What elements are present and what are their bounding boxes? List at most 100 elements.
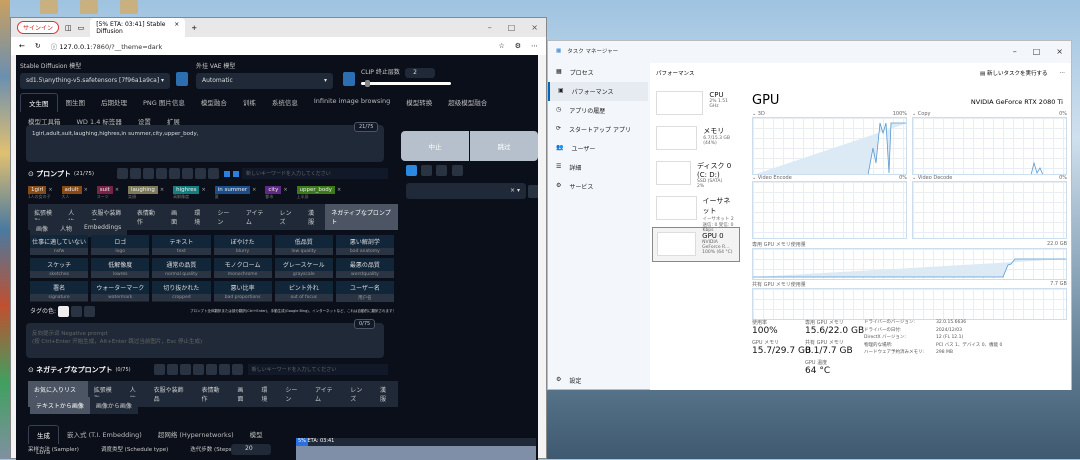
- tool-button[interactable]: [179, 364, 191, 375]
- new-tab-icon[interactable]: +: [191, 24, 197, 32]
- tool-button[interactable]: [195, 168, 207, 179]
- network-tab[interactable]: 嵌入式 (T.I. Embedding): [59, 425, 150, 444]
- remove-tag-icon[interactable]: ×: [115, 187, 119, 193]
- category-tab[interactable]: アイテム: [240, 204, 274, 230]
- tag-label[interactable]: laughing: [128, 186, 158, 194]
- model-select[interactable]: sd1.5\anything-v5.safetensors [7f96a1a9c…: [20, 73, 170, 89]
- sidebar-item[interactable]: ▦ プロセス: [548, 63, 648, 82]
- category-tab[interactable]: シーン: [211, 204, 239, 230]
- tool-button[interactable]: [143, 168, 155, 179]
- remove-tag-icon[interactable]: ×: [337, 187, 341, 193]
- tool-button[interactable]: [218, 364, 230, 375]
- tab-4[interactable]: 模型融合: [193, 93, 235, 112]
- back-icon[interactable]: ←: [19, 42, 25, 50]
- negative-tag-button[interactable]: 仕事に適していない nsfw: [30, 235, 89, 255]
- perf-item[interactable]: GPU 0 NVIDIA GeForce R... 100% (64 °C): [652, 227, 740, 262]
- negative-tag-button[interactable]: 悪い解剖学 bad anatomy: [335, 235, 394, 255]
- maximize-icon[interactable]: □: [508, 23, 516, 32]
- close-tab-icon[interactable]: ×: [174, 21, 179, 35]
- steps-input[interactable]: 20: [231, 444, 271, 455]
- vae-select[interactable]: Automatic ▾: [196, 73, 333, 89]
- trash-button[interactable]: [436, 165, 448, 176]
- more-icon[interactable]: ⋯: [531, 42, 538, 50]
- maximize-icon[interactable]: □: [1033, 47, 1041, 56]
- minimize-icon[interactable]: –: [488, 23, 492, 32]
- tab-actions-icon[interactable]: ▭: [78, 24, 85, 32]
- remove-tag-icon[interactable]: ×: [84, 187, 88, 193]
- favorite-icon[interactable]: ☆: [498, 42, 504, 50]
- workspaces-icon[interactable]: ◫: [65, 24, 72, 32]
- prompt-tag[interactable]: city × 都市: [265, 185, 291, 200]
- tag-label[interactable]: adult: [61, 186, 82, 194]
- tab-8[interactable]: 模型转换: [398, 93, 440, 112]
- tag-label[interactable]: highres: [173, 186, 200, 194]
- tool-button[interactable]: [205, 364, 217, 375]
- tag-color-button[interactable]: [57, 306, 69, 317]
- browser-tab[interactable]: [5% ETA: 03:41] Stable Diffusion ×: [90, 17, 186, 38]
- sidebar-item[interactable]: ⟳ スタートアップ アプリ: [548, 120, 648, 139]
- checkbox[interactable]: [233, 170, 240, 177]
- neg-category-tab[interactable]: 表情動作: [196, 381, 232, 407]
- negative-tag-button[interactable]: 切り抜かれた cropped: [152, 281, 211, 302]
- clip-skip-slider[interactable]: [361, 80, 451, 87]
- clip-skip-input[interactable]: 2: [405, 68, 436, 78]
- tool-button[interactable]: [117, 168, 129, 179]
- sidebar-item[interactable]: 👥 ユーザー: [548, 139, 648, 158]
- prompt-tag[interactable]: adult × 大人: [61, 185, 92, 200]
- perf-item[interactable]: ディスク 0 (C: D:) SSD (SATA) 2%: [652, 157, 740, 192]
- neg-category-tab[interactable]: シーン: [279, 381, 309, 407]
- brush-icon[interactable]: [528, 185, 538, 198]
- negative-tag-button[interactable]: ピント外れ out of focus: [274, 281, 333, 302]
- tool-button[interactable]: [166, 364, 178, 375]
- sidebar-item[interactable]: ☰ 詳細: [548, 158, 648, 177]
- tag-label[interactable]: upper_body: [296, 186, 336, 194]
- skip-button[interactable]: 跳过: [470, 131, 538, 161]
- remove-tag-icon[interactable]: ×: [283, 187, 287, 193]
- prompt-tag[interactable]: highres × 高解像度: [173, 185, 210, 200]
- category-tab[interactable]: レンズ: [274, 204, 303, 230]
- settings-item[interactable]: ⚙ 設定: [548, 371, 589, 390]
- neg-subcategory-tab[interactable]: 画像から画像: [90, 397, 138, 414]
- neg-category-tab[interactable]: 画面: [231, 381, 255, 407]
- tag-label[interactable]: in summer: [214, 186, 251, 194]
- negative-tag-button[interactable]: ウォーターマーク watermark: [91, 281, 150, 302]
- tag-color-button[interactable]: [83, 306, 95, 317]
- category-tab[interactable]: 画面: [165, 204, 188, 230]
- tab-0[interactable]: 文生图: [20, 93, 58, 112]
- tool-button[interactable]: [169, 168, 181, 179]
- checkbox[interactable]: [224, 170, 231, 177]
- tab-3[interactable]: PNG 图片信息: [135, 93, 193, 112]
- style-select[interactable]: × ▾: [406, 183, 526, 199]
- remove-tag-icon[interactable]: ×: [48, 187, 52, 193]
- remove-tag-icon[interactable]: ×: [252, 187, 256, 193]
- tool-button[interactable]: [231, 364, 243, 375]
- network-tab[interactable]: 超网络 (Hypernetworks): [150, 425, 242, 444]
- tool-button[interactable]: [153, 364, 165, 375]
- tab-7[interactable]: Infinite image browsing: [306, 93, 398, 112]
- tool-button[interactable]: [192, 364, 204, 375]
- tag-label[interactable]: city: [265, 186, 282, 194]
- prompt-header[interactable]: ⊙ プロンプト: [28, 169, 71, 179]
- refresh-icon[interactable]: ↻: [35, 42, 41, 50]
- prompt-tag[interactable]: suit × スーツ: [96, 185, 123, 200]
- more-icon[interactable]: ⋯: [1060, 70, 1066, 76]
- sidebar-item[interactable]: ◷ アプリの履歴: [548, 101, 648, 120]
- tab-6[interactable]: 系统信息: [264, 93, 306, 112]
- prompt-tag[interactable]: 1girl × 1人の女の子: [28, 185, 57, 200]
- close-icon[interactable]: ×: [1056, 47, 1063, 56]
- refresh-model-button[interactable]: [176, 72, 188, 86]
- tab-5[interactable]: 训练: [235, 93, 264, 112]
- category-tab[interactable]: 漢服: [302, 204, 325, 230]
- prompt-tag[interactable]: in summer × 夏: [214, 185, 261, 200]
- neg-category-tab[interactable]: 漢服: [374, 381, 398, 407]
- neg-subcategory-tab[interactable]: テキストから画像: [30, 397, 90, 414]
- sidebar-item[interactable]: ⚙ サービス: [548, 177, 648, 196]
- clear-button[interactable]: [421, 165, 433, 176]
- tab-2[interactable]: 后期处理: [93, 93, 135, 112]
- prompt-tag[interactable]: laughing × 笑顔: [128, 185, 168, 200]
- sidebar-item[interactable]: ▣ パフォーマンス: [548, 82, 648, 101]
- negative-tag-button[interactable]: ぼやけた blurry: [213, 235, 272, 255]
- category-tab[interactable]: 環境: [188, 204, 211, 230]
- negative-tag-button[interactable]: 署名 signature: [30, 281, 89, 302]
- negative-tag-button[interactable]: 低品質 low quality: [274, 235, 333, 255]
